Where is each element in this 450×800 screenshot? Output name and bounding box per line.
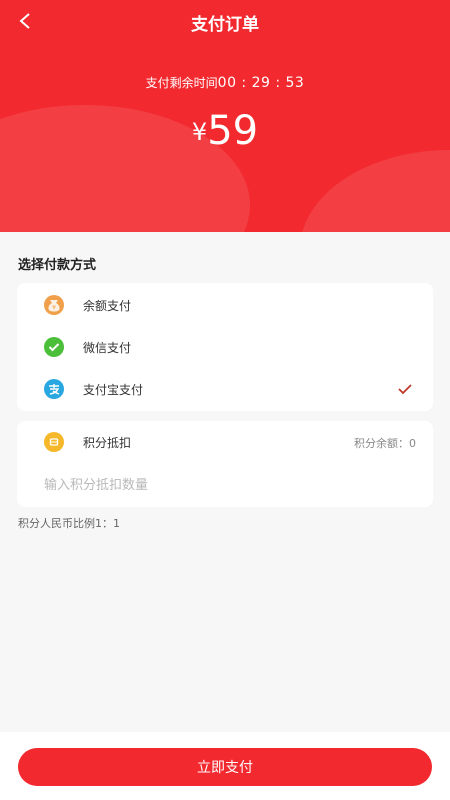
wechat-icon — [44, 337, 64, 357]
checkmark-icon — [398, 384, 412, 395]
countdown: 支付剩余时间00 : 29 : 53 — [0, 74, 450, 91]
header-decoration — [300, 150, 450, 232]
points-ratio-text: 积分人民币比例1：1 — [18, 517, 120, 530]
points-deduction-label: 积分抵扣 — [83, 436, 132, 450]
payment-method-balance[interactable]: ¥ 余额支付 — [17, 284, 433, 326]
payment-methods-card: ¥ 余额支付 微信支付 支付宝支付 — [17, 283, 433, 411]
points-input[interactable] — [44, 474, 414, 496]
payment-section-title: 选择付款方式 — [18, 258, 97, 273]
payment-method-label: 微信支付 — [83, 340, 132, 355]
pay-now-button[interactable]: 立即支付 — [18, 748, 432, 786]
bottom-bar: 立即支付 — [0, 732, 450, 800]
payment-method-label: 支付宝支付 — [83, 382, 144, 397]
amount-value: 59 — [207, 108, 259, 154]
points-deduction-row: 积分抵扣 积分余额：0 — [17, 421, 433, 463]
page-title: 支付订单 — [191, 15, 259, 35]
payment-method-alipay[interactable]: 支付宝支付 — [17, 368, 433, 410]
countdown-time: 00 : 29 : 53 — [217, 75, 305, 91]
payment-method-label: 余额支付 — [83, 298, 132, 313]
order-header: 支付订单 支付剩余时间00 : 29 : 53 ¥59 — [0, 0, 450, 232]
points-balance: 积分余额：0 — [354, 437, 416, 450]
coin-icon — [44, 432, 64, 452]
payment-method-wechat[interactable]: 微信支付 — [17, 326, 433, 368]
alipay-icon — [44, 379, 64, 399]
wallet-bag-icon: ¥ — [44, 295, 64, 315]
currency-symbol: ¥ — [191, 118, 208, 146]
points-deduction-card: 积分抵扣 积分余额：0 — [17, 421, 433, 507]
svg-text:¥: ¥ — [52, 305, 56, 312]
countdown-label: 支付剩余时间 — [145, 76, 218, 90]
order-amount: ¥59 — [0, 108, 450, 154]
